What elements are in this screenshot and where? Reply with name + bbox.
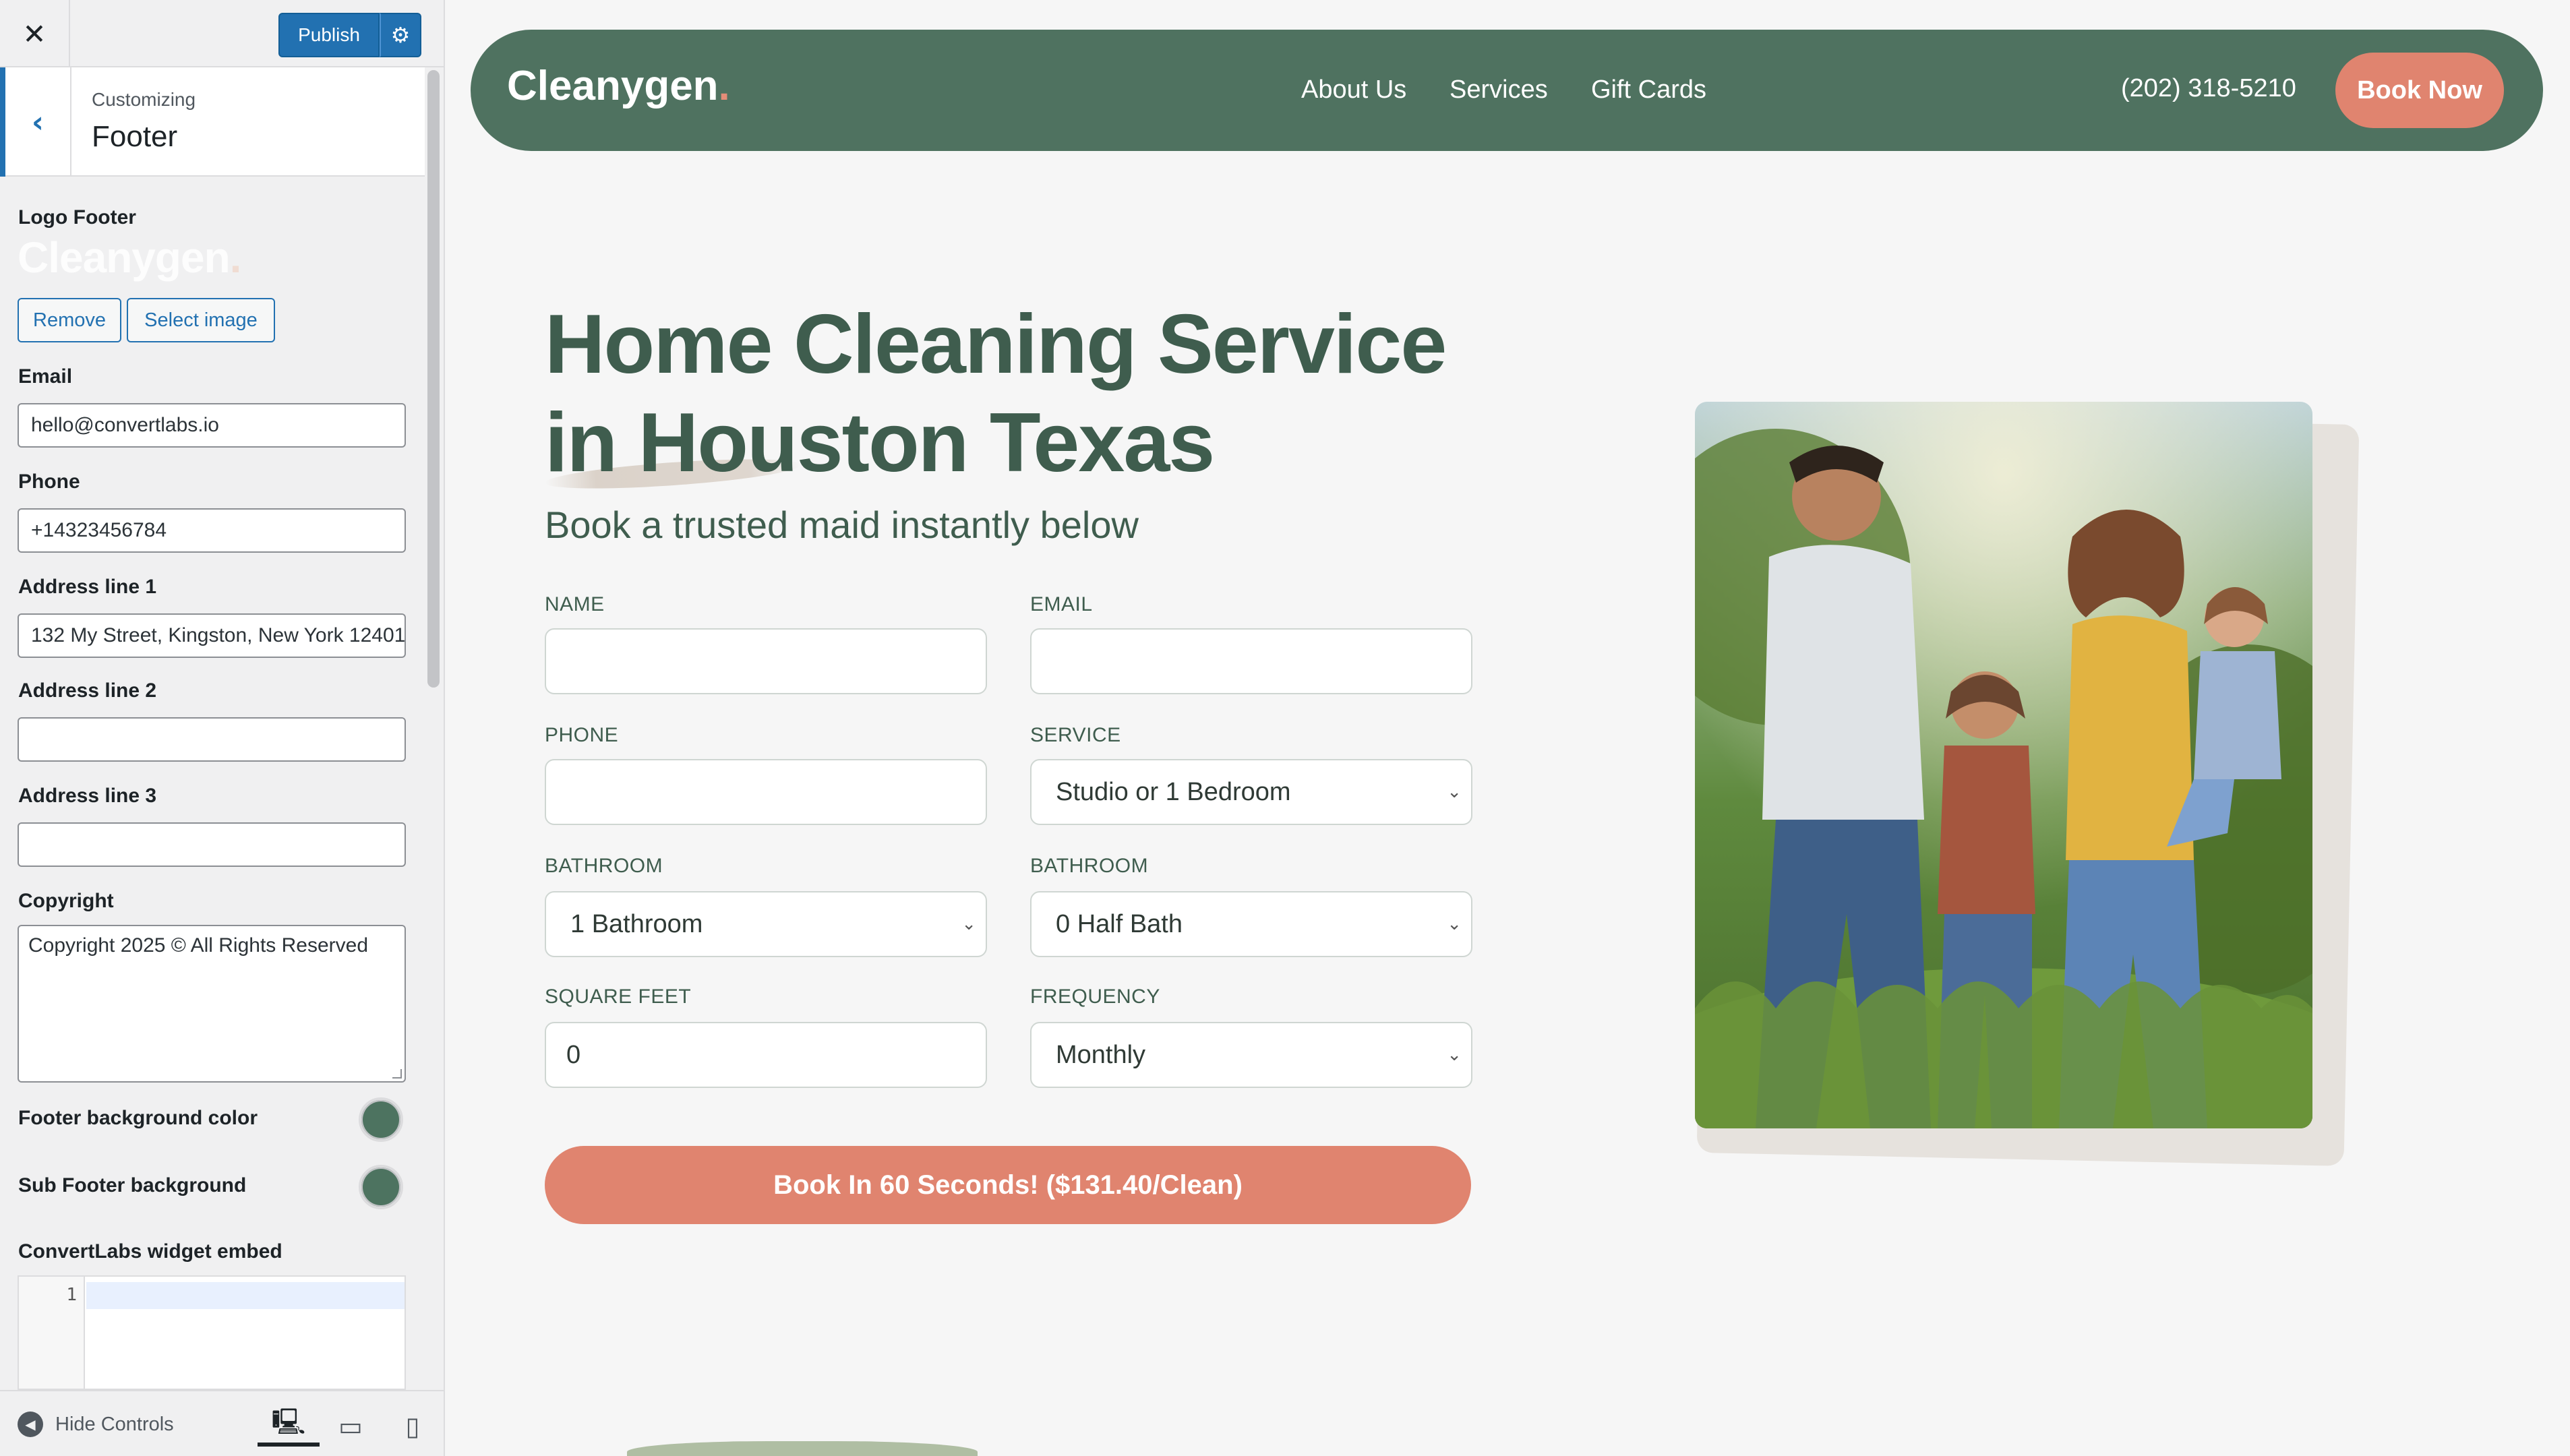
nav-services[interactable]: Services	[1450, 75, 1548, 104]
email-input[interactable]	[1030, 628, 1472, 694]
chevron-down-icon: ⌄	[961, 914, 976, 934]
footer-logo-dot: .	[229, 233, 242, 282]
hero-subtitle: Book a trusted maid instantly below	[545, 504, 1139, 546]
copyright-textarea[interactable]: Copyright 2025 © All Rights Reserved	[18, 925, 406, 1083]
hero-title-line-1: Home Cleaning Service	[545, 298, 1447, 391]
chevron-down-icon: ⌄	[1447, 1045, 1462, 1065]
address-line-3-label: Address line 3	[18, 785, 157, 807]
copyright-label: Copyright	[18, 890, 114, 912]
copyright-text: Copyright 2025 © All Rights Reserved	[28, 934, 369, 957]
logo-footer-label: Logo Footer	[18, 206, 136, 229]
desktop-preview-icon[interactable]: 🖳	[258, 1406, 320, 1447]
address-line-2-label: Address line 2	[18, 679, 157, 702]
select-image-button[interactable]: Select image	[127, 298, 275, 342]
email-field[interactable]: hello@convertlabs.io	[18, 403, 406, 448]
mobile-preview-icon[interactable]: ▯	[382, 1406, 444, 1447]
publish-group: Publish ⚙	[278, 13, 421, 57]
site-logo-text: Cleanygen	[507, 63, 719, 109]
footer-logo-preview: Cleanygen.	[18, 233, 241, 282]
section-title: Footer	[92, 120, 178, 153]
widget-embed-label: ConvertLabs widget embed	[18, 1240, 282, 1263]
family-illustration	[1695, 402, 2312, 1128]
close-icon[interactable]: ✕	[0, 0, 70, 67]
site-navbar: Cleanygen. About Us Services Gift Cards …	[471, 30, 2543, 151]
hero-title-line-2: in Houston Texas	[545, 396, 1215, 489]
bathroom-value: 1 Bathroom	[570, 909, 703, 938]
gear-icon[interactable]: ⚙	[380, 13, 421, 57]
footer-background-color-swatch[interactable]	[359, 1097, 403, 1142]
book-now-button[interactable]: Book Now	[2335, 53, 2504, 128]
half-bath-label: BATHROOM	[1030, 855, 1149, 877]
hide-controls-label: Hide Controls	[55, 1413, 174, 1435]
footer-background-label: Footer background color	[18, 1107, 258, 1129]
email-label: Email	[18, 365, 73, 388]
tablet-preview-icon[interactable]: ▭	[320, 1406, 382, 1447]
frequency-select[interactable]: Monthly ⌄	[1030, 1022, 1472, 1088]
resize-grip-icon[interactable]	[392, 1069, 402, 1079]
back-arrow-icon[interactable]: ‹	[0, 67, 71, 177]
service-select[interactable]: Studio or 1 Bedroom ⌄	[1030, 759, 1472, 825]
square-feet-label: SQUARE FEET	[545, 985, 692, 1008]
customizer-footer: ◀ Hide Controls 🖳 ▭ ▯	[0, 1390, 444, 1456]
email-label: EMAIL	[1030, 593, 1093, 615]
address-line-2-field[interactable]	[18, 717, 406, 762]
section-header: ‹ Customizing Footer	[0, 67, 425, 177]
customizing-label: Customizing	[92, 89, 196, 110]
customizer-topbar: ✕ Publish ⚙	[0, 0, 444, 67]
nav-about-us[interactable]: About Us	[1301, 75, 1406, 104]
bathroom-select[interactable]: 1 Bathroom ⌄	[545, 891, 987, 957]
phone-label: PHONE	[545, 724, 619, 746]
line-number: 1	[19, 1277, 85, 1389]
footer-logo-text: Cleanygen	[18, 233, 231, 282]
decorative-leaf-shape	[627, 1441, 978, 1456]
address-line-1-field[interactable]: 132 My Street, Kingston, New York 12401	[18, 613, 406, 658]
half-bath-select[interactable]: 0 Half Bath ⌄	[1030, 891, 1472, 957]
customizer-sidebar: ✕ Publish ⚙ ‹ Customizing Footer Logo Fo…	[0, 0, 445, 1456]
hero-title: Home Cleaning Service in Houston Texas	[545, 295, 1489, 492]
frequency-label: FREQUENCY	[1030, 985, 1160, 1008]
sub-footer-background-color-swatch[interactable]	[359, 1165, 403, 1209]
family-photo	[1695, 402, 2312, 1128]
name-input[interactable]	[545, 628, 987, 694]
chevron-down-icon: ⌄	[1447, 914, 1462, 934]
site-logo[interactable]: Cleanygen.	[507, 62, 730, 110]
hide-controls-button[interactable]: ◀ Hide Controls	[18, 1412, 174, 1437]
widget-embed-editor[interactable]: 1	[18, 1275, 406, 1390]
nav-gift-cards[interactable]: Gift Cards	[1591, 75, 1706, 104]
sidebar-scrollbar[interactable]	[427, 70, 440, 688]
site-logo-dot: .	[718, 63, 730, 109]
book-in-60-seconds-button[interactable]: Book In 60 Seconds! ($131.40/Clean)	[545, 1146, 1471, 1224]
remove-button[interactable]: Remove	[18, 298, 121, 342]
service-value: Studio or 1 Bedroom	[1056, 777, 1291, 806]
square-feet-input[interactable]: 0	[545, 1022, 987, 1088]
address-line-1-label: Address line 1	[18, 576, 157, 598]
address-line-3-field[interactable]	[18, 822, 406, 867]
half-bath-value: 0 Half Bath	[1056, 909, 1183, 938]
collapse-arrow-icon: ◀	[18, 1412, 43, 1437]
frequency-value: Monthly	[1056, 1040, 1146, 1069]
phone-field[interactable]: +14323456784	[18, 508, 406, 553]
name-label: NAME	[545, 593, 605, 615]
phone-label: Phone	[18, 471, 80, 493]
chevron-down-icon: ⌄	[1447, 782, 1462, 802]
sub-footer-background-label: Sub Footer background	[18, 1174, 247, 1196]
phone-input[interactable]	[545, 759, 987, 825]
nav-phone-link[interactable]: (202) 318-5210	[2121, 74, 2296, 103]
service-label: SERVICE	[1030, 724, 1121, 746]
active-code-line[interactable]	[86, 1282, 405, 1309]
publish-button[interactable]: Publish	[278, 13, 380, 57]
bathroom-label: BATHROOM	[545, 855, 663, 877]
